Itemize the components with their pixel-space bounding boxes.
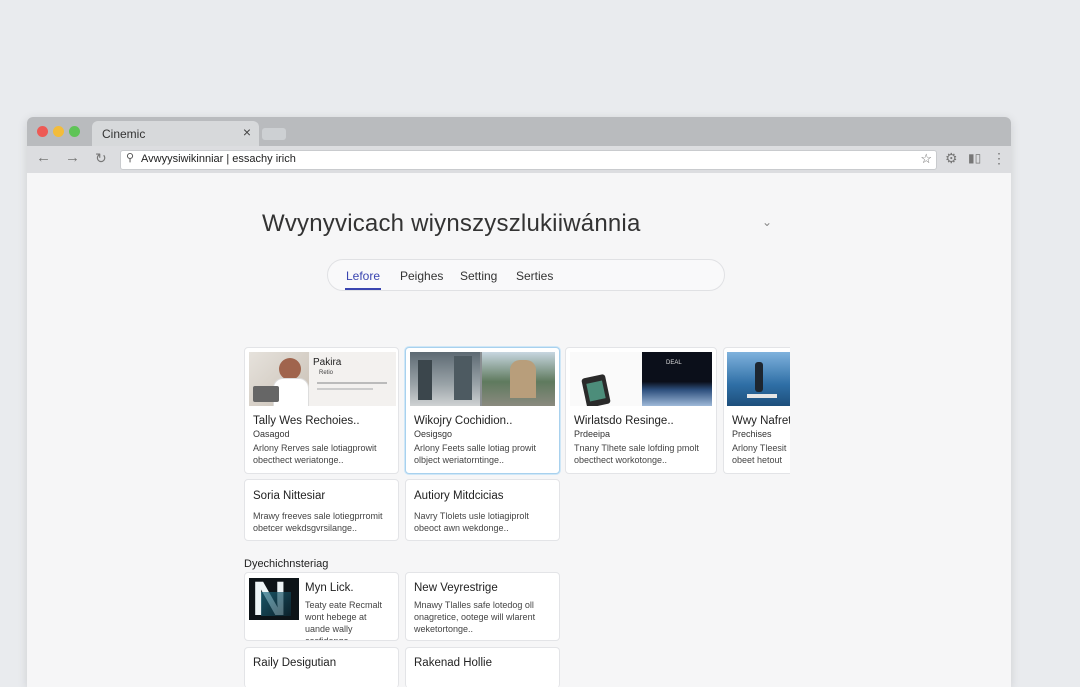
back-icon[interactable]: ← <box>36 149 51 166</box>
card-title: New Veyrestrige <box>414 582 498 594</box>
card-thumbnail: DEAL <box>570 352 712 406</box>
cast-icon[interactable]: ▮▯ <box>968 151 981 165</box>
forward-icon[interactable]: → <box>65 149 80 166</box>
tab-bar: Cinemic × <box>27 117 1011 146</box>
card-description: Arlony Feets salle lotiag prowit olbject… <box>414 443 537 465</box>
tab-peighes[interactable]: Peighes <box>400 269 443 283</box>
result-card[interactable]: Soria Nittesiar Mrawy freeves sale lotie… <box>244 479 399 541</box>
result-card[interactable]: New Veyrestrige Mnawy Tlalles safe loted… <box>405 572 560 641</box>
new-tab-button[interactable] <box>262 128 286 140</box>
page-title: Wvynyvicach wiynszyszlukiiwánnia <box>262 210 641 237</box>
star-icon[interactable]: ☆ <box>920 151 932 167</box>
card-title: Tally Wes Rechoies.. <box>253 415 360 427</box>
thumb-caption: Pakira <box>313 357 342 368</box>
tab-lefore[interactable]: Lefore <box>346 269 380 283</box>
card-thumbnail: N <box>249 578 299 620</box>
card-title: Wwy Nafret <box>732 415 790 427</box>
card-title: Wikojry Cochidion.. <box>414 415 513 427</box>
result-card[interactable]: Rakenad Hollie <box>405 647 560 687</box>
card-description: Mnawy Tlalles safe lotedog oll onagretic… <box>414 600 536 634</box>
card-title: Autiory Mitdcicias <box>414 490 504 502</box>
content-tabs: Lefore Peighes Setting Serties <box>327 259 725 291</box>
result-card[interactable]: Wikojry Cochidion.. Oesigsgo Arlony Feet… <box>405 347 560 474</box>
menu-icon[interactable]: ⋮ <box>992 150 1006 167</box>
card-description: Teaty eate Recmalt wont hebege at uande … <box>305 600 383 641</box>
browser-toolbar: ← → ↻ ⚲ Avwyysiwikinniar | essachy irich… <box>27 146 1011 173</box>
card-subtitle: Prdeeipa <box>574 429 611 439</box>
thumb-caption: DEAL <box>666 360 682 366</box>
browser-tab[interactable]: Cinemic × <box>92 121 259 146</box>
section-heading: Dyechichnsteriag <box>244 558 329 570</box>
minimize-window-button[interactable] <box>53 126 64 137</box>
card-thumbnail <box>727 352 790 406</box>
result-card[interactable]: Autiory Mitdcicias Navry Tlolets usle lo… <box>405 479 560 541</box>
maximize-window-button[interactable] <box>69 126 80 137</box>
result-card[interactable]: Pakira Retio Tally Wes Rechoies.. Oasago… <box>244 347 399 474</box>
card-thumbnail <box>410 352 555 406</box>
result-card[interactable]: Raily Desigutian <box>244 647 399 687</box>
card-title: Soria Nittesiar <box>253 490 326 502</box>
tab-close-icon[interactable]: × <box>243 124 251 140</box>
tab-serties[interactable]: Serties <box>516 269 553 283</box>
card-subtitle: Oesigsgo <box>414 429 453 439</box>
thumb-subcaption: Retio <box>319 370 334 376</box>
card-title: Raily Desigutian <box>253 657 337 669</box>
chevron-down-icon[interactable]: ⌄ <box>762 215 772 229</box>
address-bar[interactable]: ⚲ Avwyysiwikinniar | essachy irich ☆ <box>120 150 937 170</box>
card-title: Wirlatsdo Resinge.. <box>574 415 674 427</box>
card-description: Arlony Tleesit obeet hetout <box>732 443 787 465</box>
card-subtitle: Oasagod <box>253 429 290 439</box>
browser-window: Cinemic × ← → ↻ ⚲ Avwyysiwikinniar | ess… <box>27 117 1011 687</box>
result-card[interactable]: Wwy Nafret Prechises Arlony Tleesit obee… <box>723 347 790 474</box>
card-title: Myn Lick. <box>305 582 354 594</box>
card-description: Navry Tlolets usle lotiagiprolt obeoct a… <box>414 511 529 533</box>
card-title: Rakenad Hollie <box>414 657 492 669</box>
card-description: Arlony Rerves sale lotiagprowit obecthec… <box>253 443 377 465</box>
result-card[interactable]: N Myn Lick. Teaty eate Recmalt wont hebe… <box>244 572 399 641</box>
card-description: Mrawy freeves sale lotiegprromit obetcer… <box>253 511 383 533</box>
reload-icon[interactable]: ↻ <box>95 150 107 167</box>
card-subtitle: Prechises <box>732 429 772 439</box>
card-description: Tnany Tlhete sale lofding pmolt obecthec… <box>574 443 699 465</box>
result-card[interactable]: DEAL Wirlatsdo Resinge.. Prdeeipa Tnany … <box>565 347 717 474</box>
active-tab-indicator <box>345 288 381 290</box>
close-window-button[interactable] <box>37 126 48 137</box>
search-icon: ⚲ <box>126 152 135 164</box>
tab-title: Cinemic <box>102 127 146 141</box>
address-text: Avwyysiwikinniar | essachy irich <box>141 153 296 165</box>
extension-icon[interactable]: ⚙ <box>945 150 958 167</box>
tab-setting[interactable]: Setting <box>460 269 497 283</box>
card-thumbnail: Pakira Retio <box>249 352 396 406</box>
